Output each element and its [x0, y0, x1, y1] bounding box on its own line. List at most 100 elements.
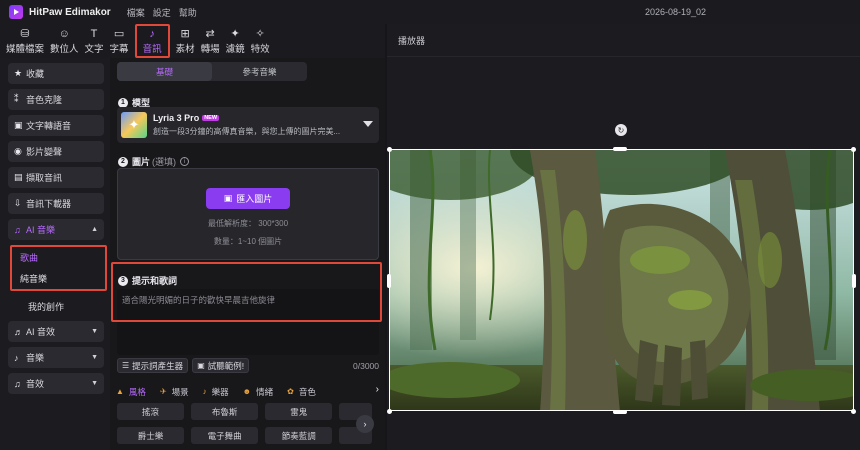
chevron-right-icon[interactable]: › — [376, 384, 379, 395]
tag-edm[interactable]: 電子舞曲 — [191, 427, 259, 444]
tool-effects[interactable]: ✧ 特效 — [251, 24, 270, 58]
tab-reference-music[interactable]: 參考音樂 — [212, 62, 307, 81]
sidebar-group-ai-music[interactable]: ♫ AI 音樂 ▲ — [8, 219, 104, 240]
min-resolution-text: 最低解析度： 300*300 — [207, 219, 289, 228]
sidebar-item-audio-downloader[interactable]: ⇩ 音訊下載器 — [8, 193, 104, 214]
next-tags-button[interactable]: › — [356, 415, 374, 433]
video-preview[interactable] — [389, 149, 854, 411]
tool-media[interactable]: ⛁ 媒體檔案 — [6, 24, 44, 58]
sidebar-item-label: 音訊下載器 — [26, 199, 72, 209]
image-upload-area[interactable]: ▣ 匯入圖片 最低解析度： 300*300 數量：1~10 個圖片 — [117, 168, 379, 260]
import-image-button[interactable]: ▣ 匯入圖片 — [206, 188, 290, 209]
resize-handle-right[interactable] — [852, 274, 856, 288]
app-logo-icon — [9, 5, 23, 19]
mood-icon: ☻ — [242, 387, 252, 396]
menu-settings[interactable]: 設定 — [153, 6, 171, 19]
tool-transition-label: 轉場 — [200, 44, 220, 55]
sidebar-group-music[interactable]: ♪ 音樂 ▼ — [8, 347, 104, 368]
sidebar-item-label: 擷取音訊 — [26, 173, 63, 183]
resize-handle-bottom-left[interactable] — [387, 409, 392, 414]
sidebar-group-ai-sfx[interactable]: ♬ AI 音效 ▼ — [8, 321, 104, 342]
prompt-actions: ☰ 提示詞產生器 ▣ 試聽範例! 0/3000 — [117, 357, 379, 374]
model-name: Lyria 3 Pro — [153, 113, 200, 123]
title-bar: HitPaw Edimakor 檔案 設定 幫助 2026-08-19_02 — [0, 0, 860, 24]
tool-avatar[interactable]: ☺ 數位人 — [50, 24, 79, 58]
tag-tab-scene[interactable]: ✈ 場景 — [160, 386, 189, 398]
sidebar-item-favorites[interactable]: ★ 收藏 — [8, 63, 104, 84]
star-icon: ★ — [14, 68, 23, 78]
tag-tab-mood[interactable]: ☻ 情緒 — [243, 386, 273, 398]
section-title-text: 圖片 — [132, 157, 151, 167]
tag-tab-label: 樂器 — [211, 386, 229, 397]
sound-effect-icon: ♫ — [14, 378, 21, 389]
resize-handle-top[interactable] — [613, 147, 627, 151]
tag-jazz[interactable]: 爵士樂 — [117, 427, 185, 444]
sidebar-item-voice-clone[interactable]: ⁑ 音色克隆 — [8, 89, 104, 110]
app-title: HitPaw Edimakor — [29, 6, 111, 18]
import-image-label: 匯入圖片 — [236, 194, 273, 204]
optional-label: (選填) — [152, 157, 177, 167]
chevron-down-icon: ▼ — [91, 328, 98, 335]
resize-handle-bottom[interactable] — [613, 410, 627, 414]
prompt-textarea[interactable]: 適合陽光明媚的日子的歡快早晨吉他旋律 — [117, 289, 379, 355]
tag-grid: 搖滾 布魯斯 雷鬼 爵士樂 電子舞曲 節奏藍調 — [117, 403, 379, 450]
tool-stickers[interactable]: ⊞ 素材 — [176, 24, 195, 58]
sidebar-subitem-song[interactable]: 歌曲 — [20, 247, 105, 268]
model-selector[interactable]: ✦ Lyria 3 Pro NEW 創造一段3分鐘的高傳真音樂，與您上傳的圖片完… — [117, 107, 379, 143]
tag-reggae[interactable]: 雷鬼 — [265, 403, 333, 420]
tool-avatar-label: 數位人 — [50, 44, 79, 55]
sidebar-group-sfx[interactable]: ♫ 音效 ▼ — [8, 373, 104, 394]
prompt-generator-button[interactable]: ☰ 提示詞產生器 — [117, 358, 189, 373]
resize-handle-bottom-right[interactable] — [851, 409, 856, 414]
tool-text[interactable]: T 文字 — [85, 24, 104, 58]
info-icon[interactable]: i — [180, 157, 190, 166]
tag-tab-style[interactable]: ▲ 風格 — [116, 386, 146, 398]
tab-basic[interactable]: 基礎 — [117, 62, 212, 81]
tag-blues[interactable]: 布魯斯 — [191, 403, 259, 420]
project-name: 2026-08-19_02 — [645, 7, 707, 17]
resize-handle-top-left[interactable] — [387, 147, 392, 152]
tool-filter-label: 濾鏡 — [225, 44, 245, 55]
forest-golem-image — [390, 150, 853, 410]
prompt-generator-label: 提示詞產生器 — [132, 360, 184, 371]
player-panel: 播放器 ↻ — [387, 24, 860, 450]
style-icon: ▲ — [116, 387, 124, 396]
sidebar-group-label: 音樂 — [26, 353, 45, 363]
tag-tab-timbre[interactable]: ✿ 音色 — [287, 386, 316, 398]
sidebar-item-tts[interactable]: ▣ 文字轉語音 — [8, 115, 104, 136]
step-number: 1 — [118, 97, 128, 108]
menu-file[interactable]: 檔案 — [127, 6, 145, 19]
tool-subtitle[interactable]: ▭ 字幕 — [110, 24, 129, 58]
menu-help[interactable]: 幫助 — [179, 6, 197, 19]
model-description: 創造一段3分鐘的高傳真音樂，與您上傳的圖片完美... — [153, 127, 341, 136]
sidebar-item-label: 音色克隆 — [26, 95, 63, 105]
ai-music-icon: ♫ — [14, 224, 21, 235]
scene-icon: ✈ — [159, 387, 167, 396]
tag-tab-label: 情緒 — [256, 386, 274, 397]
sidebar-group-label: AI 音樂 — [26, 225, 56, 235]
tag-rnb[interactable]: 節奏藍調 — [265, 427, 333, 444]
tool-audio[interactable]: ♪ 音訊 — [134, 24, 170, 58]
resize-handle-left[interactable] — [387, 274, 391, 288]
tag-tab-label: 場景 — [171, 386, 189, 397]
filter-sparkle-icon: ✦ — [230, 28, 240, 40]
sidebar-item-extract-audio[interactable]: ▤ 擷取音訊 — [8, 167, 104, 188]
resize-handle-top-right[interactable] — [851, 147, 856, 152]
tool-text-label: 文字 — [84, 44, 104, 55]
tag-rock[interactable]: 搖滾 — [117, 403, 185, 420]
rotate-handle-icon[interactable]: ↻ — [615, 124, 627, 136]
sidebar-subitem-instrumental[interactable]: 純音樂 — [20, 268, 105, 289]
download-icon: ⇩ — [14, 198, 22, 208]
sidebar-item-voice-changer[interactable]: ◉ 影片變聲 — [8, 141, 104, 162]
caret-down-icon — [363, 121, 373, 127]
tool-filter[interactable]: ✦ 濾鏡 — [226, 24, 245, 58]
example-icon: ▣ — [197, 361, 205, 370]
new-badge: NEW — [202, 115, 220, 121]
try-example-button[interactable]: ▣ 試聽範例! — [192, 358, 250, 373]
tool-media-label: 媒體檔案 — [6, 44, 45, 55]
step-number: 2 — [118, 156, 128, 167]
tag-tab-instrument[interactable]: ♪ 樂器 — [203, 386, 229, 398]
generator-lines-icon: ☰ — [122, 361, 130, 370]
sidebar-subitem-my-creations[interactable]: 我的創作 — [8, 295, 104, 317]
tool-transition[interactable]: ⇄ 轉場 — [201, 24, 220, 58]
